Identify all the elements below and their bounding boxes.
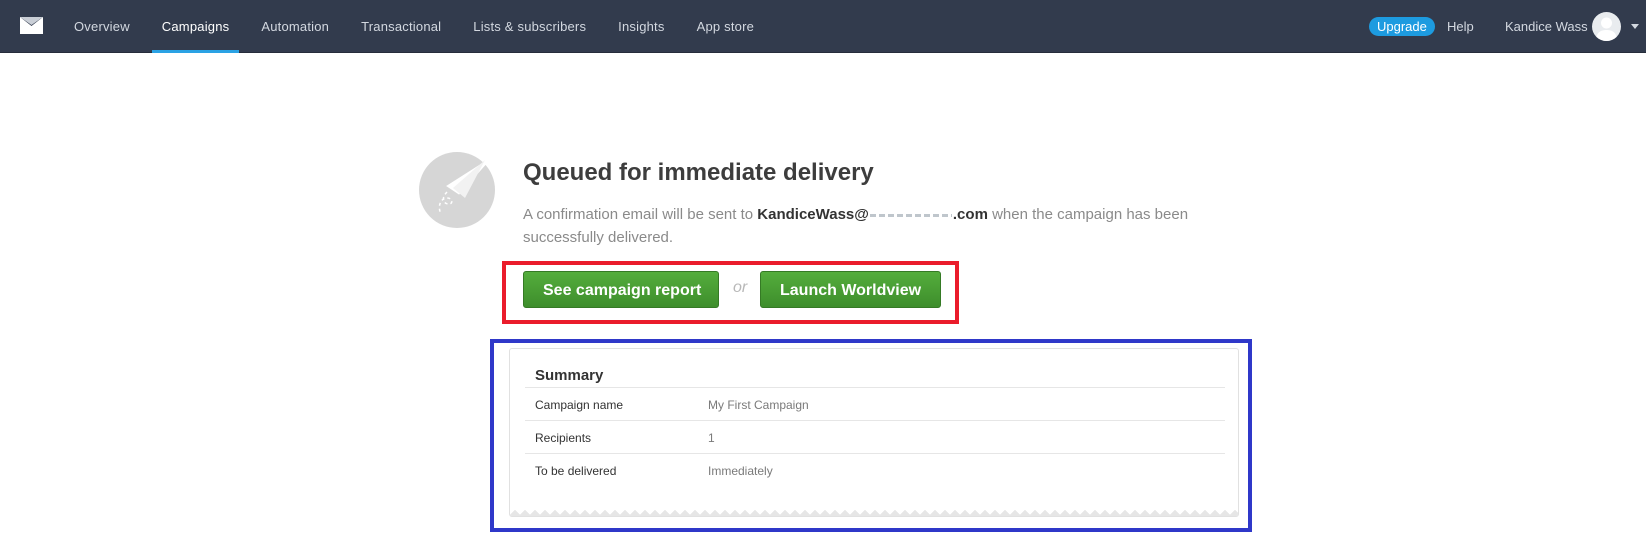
main-nav: Overview Campaigns Automation Transactio…: [64, 0, 776, 53]
confirmation-message: A confirmation email will be sent to Kan…: [523, 203, 1203, 249]
nav-item-campaigns[interactable]: Campaigns: [151, 0, 240, 53]
nav-item-overview[interactable]: Overview: [64, 0, 140, 53]
torn-edge-decoration: [510, 508, 1238, 516]
summary-card: Summary Campaign name My First Campaign …: [509, 348, 1239, 517]
nav-item-insights[interactable]: Insights: [608, 0, 674, 53]
user-name[interactable]: Kandice Wass: [1505, 0, 1588, 54]
confirmation-email: KandiceWass@ .com: [757, 206, 988, 223]
redacted-domain: [869, 213, 952, 217]
help-link[interactable]: Help: [1447, 0, 1474, 54]
email-user: KandiceWass@: [757, 206, 869, 223]
see-campaign-report-button[interactable]: See campaign report: [523, 271, 719, 308]
chevron-down-icon[interactable]: [1631, 24, 1639, 29]
page-title: Queued for immediate delivery: [523, 159, 874, 186]
summary-row-value: 1: [708, 431, 715, 445]
summary-row-value: Immediately: [708, 464, 773, 478]
summary-row-campaign-name: Campaign name My First Campaign: [525, 387, 1225, 420]
nav-item-lists-subscribers[interactable]: Lists & subscribers: [463, 0, 596, 53]
campaign-monitor-logo-icon[interactable]: [20, 17, 43, 34]
or-separator: or: [733, 279, 748, 296]
summary-row-value: My First Campaign: [708, 398, 809, 412]
nav-item-automation[interactable]: Automation: [251, 0, 339, 53]
confirmation-text-prefix: A confirmation email will be sent to: [523, 206, 758, 223]
paper-plane-illustration: [419, 152, 495, 228]
summary-row-recipients: Recipients 1: [525, 420, 1225, 453]
summary-title: Summary: [535, 367, 604, 384]
upgrade-button[interactable]: Upgrade: [1369, 17, 1435, 36]
top-navigation-bar: Overview Campaigns Automation Transactio…: [0, 0, 1646, 53]
summary-row-label: To be delivered: [535, 464, 617, 478]
email-tail: .com: [952, 206, 988, 223]
launch-worldview-button[interactable]: Launch Worldview: [760, 271, 941, 308]
summary-row-label: Recipients: [535, 431, 592, 445]
avatar[interactable]: [1592, 12, 1621, 41]
paper-plane-icon: [438, 157, 492, 215]
user-silhouette-icon: [1596, 17, 1617, 41]
nav-item-app-store[interactable]: App store: [687, 0, 764, 53]
summary-row-label: Campaign name: [535, 398, 624, 412]
nav-item-transactional[interactable]: Transactional: [351, 0, 451, 53]
summary-row-delivery: To be delivered Immediately: [525, 453, 1225, 486]
